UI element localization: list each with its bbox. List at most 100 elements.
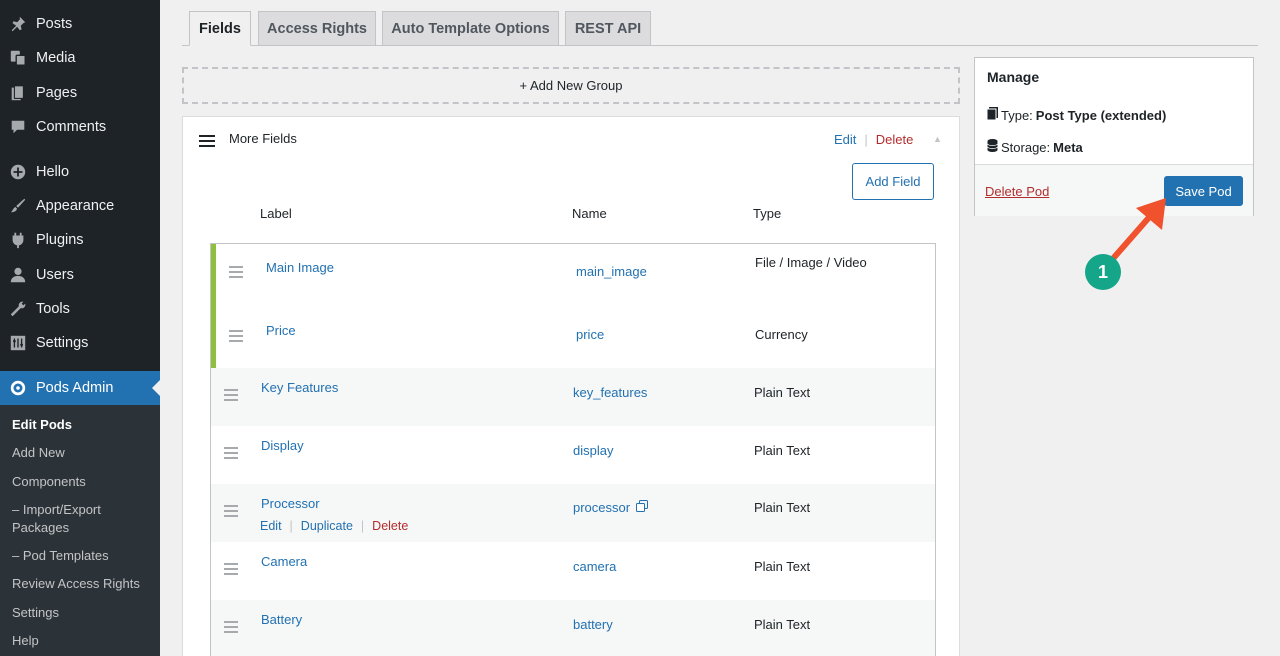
callout-badge: 1 — [1085, 254, 1121, 290]
add-new-group-button[interactable]: + Add New Group — [182, 67, 960, 104]
submenu-add-new[interactable]: Add New — [12, 444, 152, 462]
submenu-components[interactable]: Components — [12, 473, 152, 491]
sidebar-item-label: Plugins — [36, 232, 84, 248]
field-group-panel: More Fields Edit | Delete ▲ Add Field La… — [182, 116, 960, 656]
separator: | — [360, 519, 365, 533]
drag-handle-icon[interactable] — [224, 447, 238, 462]
separator: | — [864, 132, 868, 147]
sidebar-item-users[interactable]: Users — [0, 258, 160, 292]
field-type: Plain Text — [754, 443, 811, 458]
field-type: Plain Text — [754, 617, 811, 632]
field-name: battery — [573, 617, 613, 632]
sidebar-item-label: Pods Admin — [36, 380, 114, 396]
field-label[interactable]: Display — [261, 438, 304, 453]
field-type: Plain Text — [754, 385, 811, 400]
table-row[interactable]: Battery battery Plain Text — [211, 600, 935, 656]
field-name: processor — [573, 500, 631, 515]
pod-type-line: Type: Post Type (extended) — [986, 107, 1167, 123]
row-actions: Edit | Duplicate | Delete — [260, 519, 408, 533]
field-label[interactable]: Battery — [261, 612, 302, 627]
tab-access-rights[interactable]: Access Rights — [258, 11, 376, 46]
field-name: display — [573, 443, 614, 458]
group-actions: Edit | Delete — [834, 132, 913, 147]
copy-icon[interactable] — [636, 500, 649, 515]
storage-label: Storage: — [1001, 139, 1051, 155]
sidebar-item-label: Settings — [36, 335, 89, 351]
tab-rest-api[interactable]: REST API — [565, 11, 651, 46]
sidebar-item-settings[interactable]: Settings — [0, 326, 160, 360]
table-row[interactable]: Key Features key_features Plain Text — [211, 368, 935, 426]
table-row[interactable]: Camera camera Plain Text — [211, 542, 935, 600]
sidebar-item-pods-admin[interactable]: Pods Admin — [0, 371, 160, 405]
tab-auto-template-options[interactable]: Auto Template Options — [382, 11, 559, 46]
field-type: Plain Text — [754, 559, 811, 574]
field-label[interactable]: Main Image — [266, 260, 334, 275]
column-header-label: Label — [260, 206, 292, 221]
table-row[interactable]: Main Image main_image File / Image / Vid… — [211, 244, 935, 311]
field-label[interactable]: Price — [266, 323, 296, 338]
user-icon — [0, 266, 36, 284]
field-name: price — [576, 327, 605, 342]
sidebar-item-plugins[interactable]: Plugins — [0, 223, 160, 257]
sidebar-item-pages[interactable]: Pages — [0, 76, 160, 110]
sidebar-item-appearance[interactable]: Appearance — [0, 189, 160, 223]
sidebar-item-label: Users — [36, 267, 74, 283]
database-icon — [987, 139, 998, 155]
drag-handle-icon[interactable] — [224, 563, 238, 578]
delete-pod-link[interactable]: Delete Pod — [985, 184, 1049, 199]
table-row[interactable]: Price price Currency — [211, 311, 935, 368]
drag-handle-icon[interactable] — [224, 505, 238, 520]
type-label: Type: — [1001, 107, 1033, 123]
submenu-settings[interactable]: Settings — [12, 604, 152, 622]
add-field-button[interactable]: Add Field — [852, 163, 934, 200]
drag-handle-icon[interactable] — [224, 389, 238, 404]
sidebar-item-label: Hello — [36, 164, 70, 180]
field-label[interactable]: Key Features — [261, 380, 338, 395]
settings-icon — [0, 334, 36, 352]
submenu-help[interactable]: Help — [12, 632, 152, 650]
drag-handle-icon[interactable] — [224, 621, 238, 636]
field-name: camera — [573, 559, 617, 574]
submenu-review-access-rights[interactable]: Review Access Rights — [12, 575, 152, 593]
type-value: Post Type (extended) — [1035, 107, 1167, 123]
submenu-pod-templates[interactable]: – Pod Templates — [12, 547, 152, 565]
sidebar-item-posts[interactable]: Posts — [0, 7, 160, 41]
group-drag-handle-icon[interactable] — [199, 135, 215, 147]
sidebar-item-hello[interactable]: Hello — [0, 155, 160, 189]
collapse-arrow-icon[interactable]: ▲ — [933, 134, 942, 144]
brush-icon — [0, 197, 36, 215]
sidebar-item-comments[interactable]: Comments — [0, 110, 160, 144]
row-edit-link[interactable]: Edit — [260, 519, 282, 533]
storage-line: Storage: Meta — [987, 139, 1083, 155]
sidebar-item-label: Tools — [36, 301, 70, 317]
group-delete-link[interactable]: Delete — [876, 132, 914, 147]
sidebar-item-tools[interactable]: Tools — [0, 292, 160, 326]
group-edit-link[interactable]: Edit — [834, 132, 856, 147]
submenu-import-export[interactable]: – Import/Export Packages — [12, 501, 152, 537]
drag-handle-icon[interactable] — [229, 266, 243, 281]
separator: | — [289, 519, 293, 533]
table-row[interactable]: Display display Plain Text — [211, 426, 935, 484]
field-name-wrapper: processor — [573, 500, 649, 515]
field-name: main_image — [576, 264, 647, 279]
pages-icon — [0, 84, 36, 102]
field-label[interactable]: Camera — [261, 554, 307, 569]
field-type: Currency — [755, 327, 808, 342]
row-delete-link[interactable]: Delete — [372, 519, 408, 533]
field-type: File / Image / Video — [755, 255, 867, 270]
table-row[interactable]: Processor Edit | Duplicate | Delete proc… — [211, 484, 935, 542]
storage-value: Meta — [1053, 139, 1083, 155]
submenu-edit-pods[interactable]: Edit Pods — [12, 416, 152, 434]
pin-icon — [0, 15, 36, 33]
row-duplicate-link[interactable]: Duplicate — [301, 519, 353, 533]
plug-icon — [0, 231, 36, 249]
sidebar-item-label: Appearance — [36, 198, 115, 214]
plus-circle-icon — [0, 163, 36, 181]
sidebar-item-media[interactable]: Media — [0, 41, 160, 75]
field-type: Plain Text — [754, 500, 811, 515]
field-label[interactable]: Processor — [261, 496, 320, 511]
admin-sidebar: Posts Media Pages Comments Hello Appeara… — [0, 0, 160, 656]
group-title: More Fields — [229, 131, 297, 146]
tab-fields[interactable]: Fields — [189, 11, 251, 46]
drag-handle-icon[interactable] — [229, 330, 243, 345]
